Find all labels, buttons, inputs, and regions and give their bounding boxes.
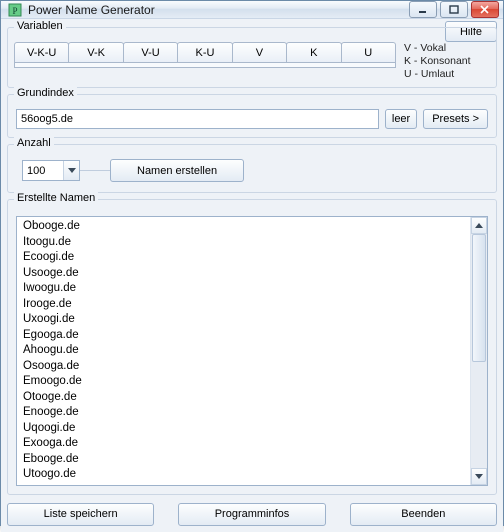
anzahl-combo[interactable] — [22, 160, 80, 181]
list-item[interactable]: Utoogo.de — [23, 467, 464, 483]
svg-text:P: P — [12, 6, 17, 16]
save-list-button[interactable]: Liste speichern — [7, 503, 154, 526]
names-list-content: Obooge.deItoogu.deEcoogi.deUsooge.deIwoo… — [17, 217, 470, 485]
scroll-up-icon[interactable] — [471, 217, 487, 234]
tab-vku[interactable]: V-K-U — [14, 42, 69, 62]
client-area: Hilfe Variablen V-K-U V-K V-U K-U V K U — [1, 19, 503, 532]
scroll-down-icon[interactable] — [471, 468, 487, 485]
scrollbar[interactable] — [470, 217, 487, 485]
tab-panel — [14, 62, 396, 68]
variable-legend: V - Vokal K - Konsonant U - Umlaut — [404, 42, 490, 81]
legend-konsonant: K - Konsonant — [404, 55, 490, 68]
list-item[interactable]: Osooga.de — [23, 359, 464, 375]
tab-vu[interactable]: V-U — [123, 42, 178, 62]
anzahl-input[interactable] — [23, 165, 63, 177]
grundindex-label: Grundindex — [14, 87, 77, 99]
minimize-button[interactable] — [409, 1, 437, 18]
list-item[interactable]: Ebooge.de — [23, 452, 464, 468]
presets-button[interactable]: Presets > — [423, 109, 488, 129]
list-item[interactable]: Uxoogi.de — [23, 312, 464, 328]
anzahl-label: Anzahl — [14, 137, 54, 149]
list-item[interactable]: Emoogo.de — [23, 374, 464, 390]
grundindex-input[interactable] — [16, 109, 379, 129]
exit-button[interactable]: Beenden — [350, 503, 497, 526]
tab-v[interactable]: V — [232, 42, 287, 62]
scroll-thumb[interactable] — [472, 234, 486, 362]
tab-u[interactable]: U — [341, 42, 396, 62]
variablen-group: Variablen V-K-U V-K V-U K-U V K U V - V — [7, 27, 497, 88]
list-item[interactable]: Egooga.de — [23, 328, 464, 344]
legend-vokal: V - Vokal — [404, 42, 490, 55]
app-window: P Power Name Generator Hilfe Variablen V… — [0, 0, 504, 526]
names-listbox[interactable]: Obooge.deItoogu.deEcoogi.deUsooge.deIwoo… — [16, 216, 488, 486]
tab-ku[interactable]: K-U — [177, 42, 232, 62]
titlebar: P Power Name Generator — [1, 1, 503, 19]
maximize-button[interactable] — [440, 1, 468, 18]
generate-button[interactable]: Namen erstellen — [110, 159, 244, 182]
app-icon: P — [7, 2, 23, 18]
list-item[interactable]: Enooge.de — [23, 405, 464, 421]
tab-vk[interactable]: V-K — [68, 42, 123, 62]
scroll-track[interactable] — [471, 234, 487, 468]
anzahl-group: Anzahl Namen erstellen — [7, 144, 497, 193]
list-item[interactable]: Uqoogi.de — [23, 421, 464, 437]
tab-row: V-K-U V-K V-U K-U V K U — [14, 42, 396, 62]
legend-umlaut: U - Umlaut — [404, 68, 490, 81]
list-item[interactable]: Ahoogu.de — [23, 343, 464, 359]
list-item[interactable]: Usooge.de — [23, 266, 464, 282]
clear-button[interactable]: leer — [385, 109, 417, 129]
tab-k[interactable]: K — [286, 42, 341, 62]
chevron-down-icon[interactable] — [63, 161, 79, 180]
variablen-label: Variablen — [14, 20, 66, 32]
connector-line — [80, 170, 110, 171]
list-item[interactable]: Obooge.de — [23, 219, 464, 235]
list-item[interactable]: Iwoogu.de — [23, 281, 464, 297]
window-controls — [409, 1, 499, 18]
erstellte-namen-label: Erstellte Namen — [14, 192, 98, 204]
program-info-button[interactable]: Programminfos — [178, 503, 325, 526]
erstellte-namen-group: Erstellte Namen Obooge.deItoogu.deEcoogi… — [7, 199, 497, 495]
list-item[interactable]: Otooge.de — [23, 390, 464, 406]
bottom-button-row: Liste speichern Programminfos Beenden — [7, 503, 497, 526]
list-item[interactable]: Itoogu.de — [23, 235, 464, 251]
close-button[interactable] — [471, 1, 499, 18]
list-item[interactable]: Ecoogi.de — [23, 250, 464, 266]
grundindex-group: Grundindex leer Presets > — [7, 94, 497, 138]
list-item[interactable]: Exooga.de — [23, 436, 464, 452]
window-title: Power Name Generator — [28, 3, 409, 17]
list-item[interactable]: Irooge.de — [23, 297, 464, 313]
